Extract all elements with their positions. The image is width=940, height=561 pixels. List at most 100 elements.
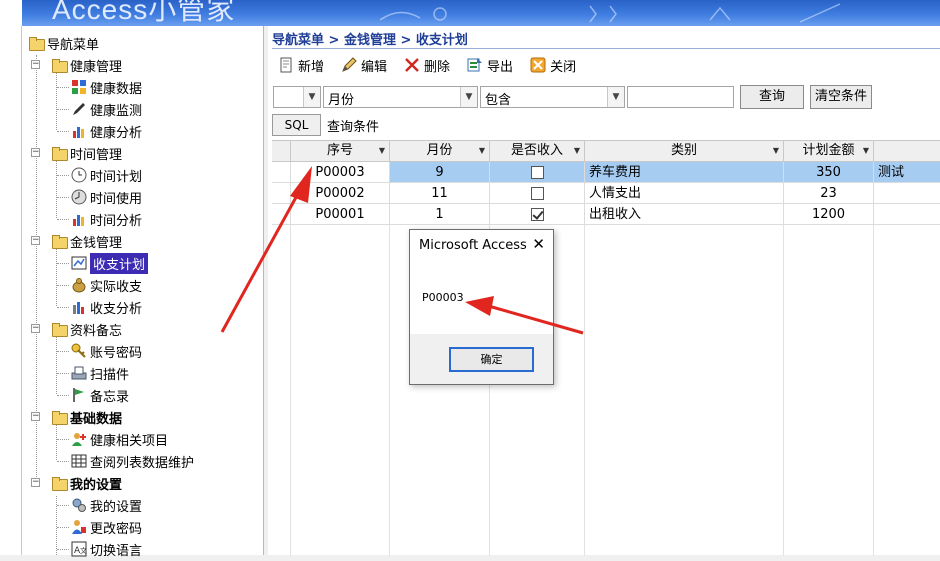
sql-button[interactable]: SQL — [272, 114, 321, 136]
nav-group[interactable]: 金钱管理 — [51, 230, 122, 252]
edit-button-label: 编辑 — [361, 59, 388, 75]
value-input[interactable] — [627, 86, 734, 108]
folder-open-icon — [51, 475, 68, 491]
sort-arrow-icon: ▼ — [862, 146, 869, 155]
nav-group[interactable]: 资料备忘 — [51, 318, 122, 340]
checkbox[interactable] — [530, 187, 544, 200]
collapse-toggle-icon[interactable]: − — [31, 148, 40, 157]
bar-chart-icon — [71, 123, 87, 139]
column-header-category[interactable]: 类别 ▼ — [585, 141, 784, 162]
table-cell-amount[interactable]: 1200 — [784, 204, 874, 225]
table-cell-month[interactable]: 1 — [390, 204, 490, 225]
nav-item[interactable]: A 文切换语言 — [71, 538, 142, 560]
nav-group-label: 资料备忘 — [70, 323, 123, 339]
column-header-month[interactable]: 月份 ▼ — [390, 141, 490, 162]
table-cell-category[interactable]: 出租收入 — [585, 204, 784, 225]
clear-button[interactable]: 清空条件 — [810, 85, 872, 109]
nav-item[interactable]: 扫描件 — [71, 362, 129, 384]
row-selector[interactable] — [272, 204, 291, 225]
nav-item[interactable]: 时间使用 — [71, 186, 142, 208]
svg-text:文: 文 — [80, 546, 87, 555]
nav-item[interactable]: 健康监测 — [71, 98, 142, 120]
nav-group[interactable]: 基础数据 — [51, 406, 122, 428]
nav-item[interactable]: 健康数据 — [71, 76, 142, 98]
table-cell-id[interactable]: P00002 — [291, 183, 390, 204]
row-selector[interactable] — [272, 162, 291, 183]
column-header-income[interactable]: 是否收入 ▼ — [490, 141, 585, 162]
logic-select[interactable]: ▼ — [273, 86, 321, 108]
nav-item[interactable]: 收支计划 — [71, 252, 149, 274]
collapse-toggle-icon[interactable]: − — [31, 412, 40, 421]
export-button-label: 导出 — [487, 59, 514, 75]
collapse-toggle-icon[interactable]: − — [31, 478, 40, 487]
table-cell-month[interactable]: 11 — [390, 183, 490, 204]
nav-item[interactable]: 实际收支 — [71, 274, 142, 296]
table-cell-amount[interactable]: 23 — [784, 183, 874, 204]
query-button[interactable]: 查询 — [740, 85, 804, 109]
message-dialog: Microsoft Access ✕ P00003 确定 — [409, 229, 554, 385]
column-header-label: 月份 — [426, 143, 453, 158]
nav-group[interactable]: 健康管理 — [51, 54, 122, 76]
nav-item[interactable]: 时间计划 — [71, 164, 142, 186]
collapse-toggle-icon[interactable]: − — [31, 60, 40, 69]
table-cell-id[interactable]: P00001 — [291, 204, 390, 225]
nav-item[interactable]: 账号密码 — [71, 340, 142, 362]
nav-item[interactable]: 健康分析 — [71, 120, 142, 142]
nav-group-label: 健康管理 — [70, 59, 123, 75]
column-header-id[interactable]: 序号 ▼ — [291, 141, 390, 162]
toolbar: 新增 编辑 删除 导出 关闭 — [272, 52, 593, 78]
nav-group-label: 时间管理 — [70, 147, 123, 163]
field-select[interactable]: 月份 ▼ — [323, 86, 478, 108]
nav-item-label: 收支计划 — [90, 252, 149, 274]
nav-item[interactable]: 查阅列表数据维护 — [71, 450, 194, 472]
checkbox[interactable] — [530, 166, 544, 179]
nav-item[interactable]: 备忘录 — [71, 384, 129, 406]
close-button[interactable]: 关闭 — [530, 56, 576, 75]
row-selector[interactable] — [272, 183, 291, 204]
operator-select-value: 包含 — [485, 93, 512, 108]
new-button-label: 新增 — [298, 59, 325, 75]
table-cell-note[interactable]: 测试 — [874, 162, 940, 183]
income-checkbox-cell[interactable] — [490, 162, 585, 183]
app-left-strip — [0, 26, 22, 555]
nav-group[interactable]: 时间管理 — [51, 142, 122, 164]
sort-arrow-icon: ▼ — [478, 146, 485, 155]
delete-button[interactable]: 删除 — [404, 56, 450, 75]
nav-group[interactable]: 我的设置 — [51, 472, 122, 494]
nav-item[interactable]: 我的设置 — [71, 494, 142, 516]
income-checkbox-cell[interactable] — [490, 183, 585, 204]
collapse-toggle-icon[interactable]: − — [31, 324, 40, 333]
nav-item-label: 更改密码 — [90, 521, 143, 537]
dialog-ok-button[interactable]: 确定 — [449, 347, 534, 372]
nav-root[interactable]: 导航菜单 — [28, 32, 99, 54]
new-button[interactable]: 新增 — [278, 56, 324, 75]
bar-chart-icon — [71, 211, 87, 227]
pencil-icon — [71, 101, 87, 117]
table-cell-note[interactable] — [874, 204, 940, 225]
table-cell-category[interactable]: 人情支出 — [585, 183, 784, 204]
dialog-close-icon[interactable]: ✕ — [532, 235, 545, 253]
nav-item[interactable]: 健康相关项目 — [71, 428, 168, 450]
table-cell-category[interactable]: 养车费用 — [585, 162, 784, 183]
user-key-icon — [71, 519, 87, 535]
breadcrumb: 导航菜单 > 金钱管理 > 收支计划 — [272, 33, 468, 48]
folder-open-icon — [51, 321, 68, 337]
banner-decoration — [380, 3, 841, 23]
nav-item[interactable]: 更改密码 — [71, 516, 142, 538]
operator-select[interactable]: 包含 ▼ — [480, 86, 625, 108]
edit-button[interactable]: 编辑 — [341, 56, 387, 75]
column-header-amount[interactable]: 计划金额 ▼ — [784, 141, 874, 162]
dialog-message: P00003 — [422, 291, 464, 304]
table-cell-month[interactable]: 9 — [390, 162, 490, 183]
table-cell-id[interactable]: P00003 — [291, 162, 390, 183]
folder-open-icon — [51, 409, 68, 425]
nav-item[interactable]: 收支分析 — [71, 296, 142, 318]
nav-item[interactable]: 时间分析 — [71, 208, 142, 230]
collapse-toggle-icon[interactable]: − — [31, 236, 40, 245]
table-cell-amount[interactable]: 350 — [784, 162, 874, 183]
table-cell-note[interactable] — [874, 183, 940, 204]
checkbox[interactable] — [530, 208, 544, 221]
chevron-down-icon: ▼ — [460, 87, 477, 107]
income-checkbox-cell[interactable] — [490, 204, 585, 225]
export-button[interactable]: 导出 — [467, 56, 513, 75]
